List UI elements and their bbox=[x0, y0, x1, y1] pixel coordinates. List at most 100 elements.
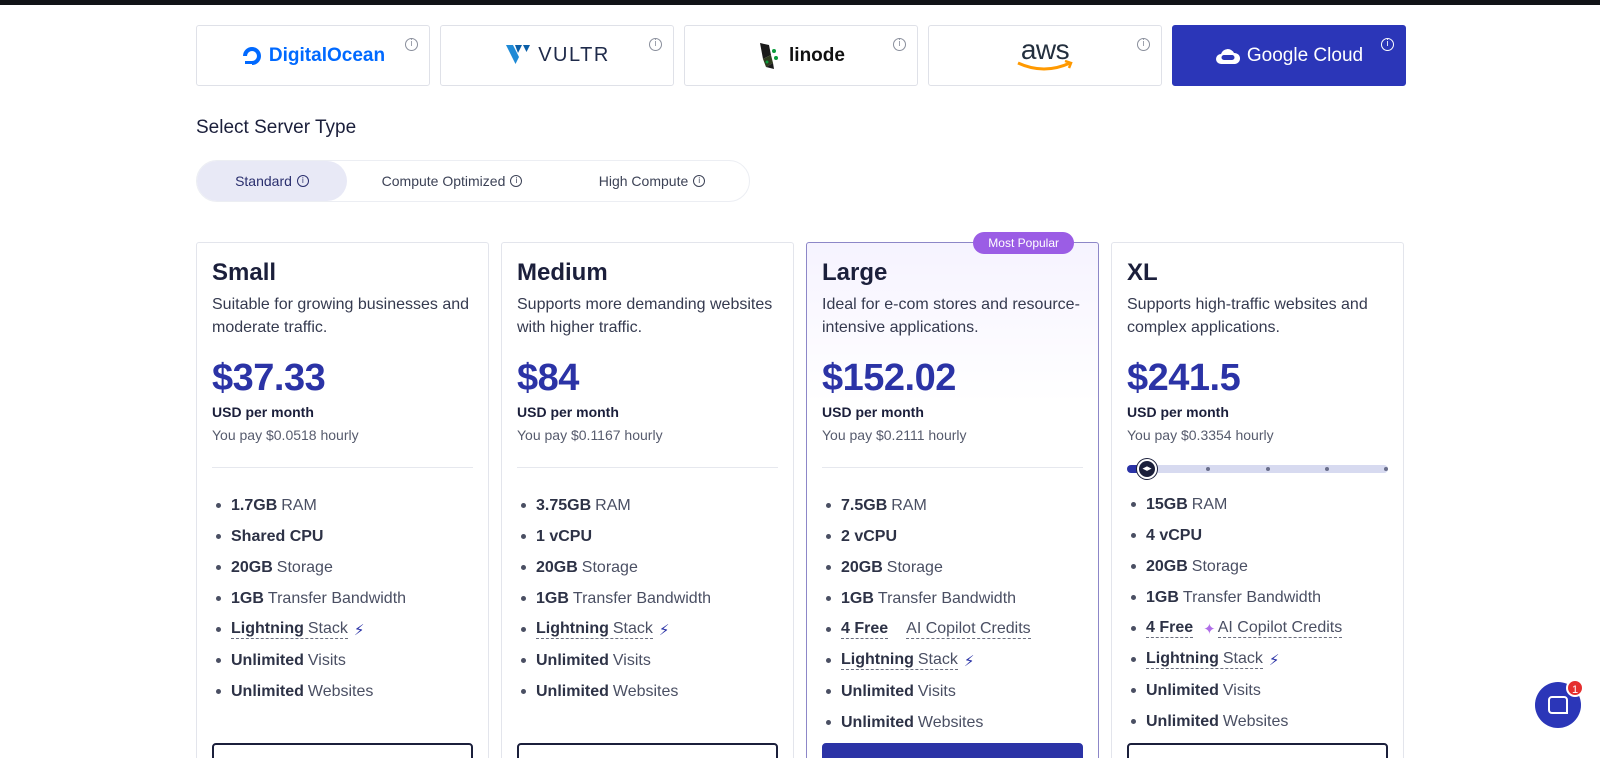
price-period: USD per month bbox=[517, 404, 619, 420]
provider-selector: DigitalOcean i VULTR i linode i aws i Go… bbox=[196, 25, 1406, 86]
feature-ai-credits[interactable]: 4 Free ✦ AI Copilot Credits bbox=[1127, 613, 1388, 644]
feature-label: Storage bbox=[581, 558, 638, 576]
feature-label: Transfer Bandwidth bbox=[877, 589, 1017, 607]
provider-linode[interactable]: linode i bbox=[684, 25, 918, 86]
feature-label: Stack bbox=[307, 620, 348, 637]
price-period: USD per month bbox=[822, 404, 924, 420]
info-icon[interactable]: i bbox=[693, 175, 706, 187]
divider bbox=[517, 467, 778, 468]
feature-value: Lightning bbox=[231, 620, 304, 637]
divider bbox=[822, 467, 1083, 468]
feature-label: RAM bbox=[891, 496, 927, 514]
feature-label: Transfer Bandwidth bbox=[1182, 588, 1322, 606]
provider-digitalocean[interactable]: DigitalOcean i bbox=[196, 25, 430, 86]
feature-label: RAM bbox=[595, 496, 631, 514]
feature-bandwidth: 1GB Transfer Bandwidth bbox=[822, 583, 1083, 614]
hourly-price: You pay $0.1167 hourly bbox=[517, 427, 663, 443]
tab-compute-optimized[interactable]: Compute Optimized i bbox=[347, 161, 557, 201]
provider-label: DigitalOcean bbox=[268, 44, 386, 66]
feature-value: 4 vCPU bbox=[1146, 526, 1203, 544]
feature-value: Lightning bbox=[841, 651, 914, 668]
vultr-icon bbox=[506, 44, 531, 64]
feature-value: 1GB bbox=[536, 589, 569, 607]
lightning-sparkle-icon: ⚡ bbox=[353, 620, 365, 639]
feature-cpu: Shared CPU bbox=[212, 521, 473, 552]
select-plan-button[interactable] bbox=[212, 743, 473, 758]
feature-value: 1GB bbox=[841, 589, 874, 607]
tab-standard[interactable]: Standard i bbox=[197, 161, 347, 201]
info-icon[interactable]: i bbox=[1137, 38, 1150, 51]
feature-list: 3.75GB RAM 1 vCPU 20GB Storage 1GB Transfer… bbox=[517, 490, 778, 707]
feature-label: Storage bbox=[276, 558, 333, 576]
feature-websites: Unlimited Websites bbox=[1127, 706, 1388, 737]
provider-google-cloud[interactable]: Google Cloud i bbox=[1172, 25, 1406, 86]
feature-value: 3.75GB bbox=[536, 496, 592, 514]
cloud-icon bbox=[1215, 48, 1240, 64]
plan-name: Small bbox=[212, 259, 277, 286]
feature-label: Websites bbox=[917, 713, 984, 731]
feature-label: AI Copilot Credits bbox=[906, 620, 1031, 639]
feature-visits: Unlimited Visits bbox=[822, 676, 1083, 707]
plan-cards: Small Suitable for growing businesses an… bbox=[196, 232, 1404, 758]
vultr-logo: VULTR bbox=[504, 43, 610, 69]
select-plan-button[interactable] bbox=[822, 743, 1083, 758]
feature-websites: Unlimited Websites bbox=[517, 676, 778, 707]
info-icon[interactable]: i bbox=[510, 175, 523, 187]
feature-bandwidth: 1GB Transfer Bandwidth bbox=[517, 583, 778, 614]
info-icon[interactable]: i bbox=[893, 38, 906, 51]
provider-aws[interactable]: aws i bbox=[928, 25, 1162, 86]
feature-lightning-stack[interactable]: Lightning Stack ⚡ bbox=[517, 614, 778, 645]
feature-lightning-stack[interactable]: Lightning Stack ⚡ bbox=[1127, 644, 1388, 675]
plan-price: $152.02 bbox=[822, 357, 956, 399]
chat-launcher-button[interactable]: 1 bbox=[1535, 679, 1584, 728]
server-type-tabs: Standard i Compute Optimized i High Comp… bbox=[196, 160, 750, 202]
feature-value: Unlimited bbox=[1146, 712, 1219, 730]
top-bar bbox=[0, 0, 1600, 5]
slider-step-dot bbox=[1324, 467, 1329, 471]
feature-lightning-stack[interactable]: Lightning Stack ⚡ bbox=[822, 645, 1083, 676]
select-plan-button[interactable] bbox=[517, 743, 778, 758]
provider-label: linode bbox=[789, 44, 845, 66]
feature-value: 20GB bbox=[536, 558, 578, 576]
tab-high-compute[interactable]: High Compute i bbox=[557, 161, 747, 201]
plan-card-medium: Medium Supports more demanding websites … bbox=[501, 242, 794, 758]
size-slider[interactable]: ◂▸ bbox=[1127, 459, 1388, 479]
feature-label: Stack bbox=[917, 651, 958, 668]
feature-websites: Unlimited Websites bbox=[212, 676, 473, 707]
feature-ram: 7.5GB RAM bbox=[822, 490, 1083, 521]
feature-lightning-stack[interactable]: Lightning Stack ⚡ bbox=[212, 614, 473, 645]
feature-cpu: 4 vCPU bbox=[1127, 520, 1388, 551]
tab-label: Compute Optimized bbox=[381, 173, 506, 189]
ai-sparkle-icon: ✦ bbox=[1203, 619, 1216, 638]
plan-name: XL bbox=[1127, 259, 1158, 286]
feature-value: Unlimited bbox=[841, 682, 914, 700]
info-icon[interactable]: i bbox=[1381, 38, 1394, 51]
feature-ai-credits[interactable]: 4 Free AI Copilot Credits bbox=[822, 614, 1083, 645]
feature-storage: 20GB Storage bbox=[517, 552, 778, 583]
feature-value: 1.7GB bbox=[231, 496, 278, 514]
feature-value: Unlimited bbox=[1146, 681, 1219, 699]
info-icon[interactable]: i bbox=[405, 38, 418, 51]
feature-label: Transfer Bandwidth bbox=[572, 589, 712, 607]
plan-card-small: Small Suitable for growing businesses an… bbox=[196, 242, 489, 758]
feature-websites: Unlimited Websites bbox=[822, 707, 1083, 738]
info-icon[interactable]: i bbox=[296, 175, 309, 187]
info-icon[interactable]: i bbox=[649, 38, 662, 51]
google-cloud-logo: Google Cloud bbox=[1215, 45, 1363, 67]
feature-bandwidth: 1GB Transfer Bandwidth bbox=[1127, 582, 1388, 613]
feature-list: 15GB RAM 4 vCPU 20GB Storage 1GB Transfer B… bbox=[1127, 489, 1388, 737]
feature-label: Stack bbox=[1222, 650, 1263, 667]
select-plan-button[interactable] bbox=[1127, 743, 1388, 758]
plan-card-xl: XL Supports high-traffic websites and co… bbox=[1111, 242, 1404, 758]
most-popular-badge: Most Popular bbox=[973, 232, 1074, 254]
hourly-price: You pay $0.0518 hourly bbox=[212, 427, 359, 443]
feature-label: RAM bbox=[1191, 495, 1228, 513]
linode-logo: linode bbox=[757, 41, 845, 71]
feature-value: 1GB bbox=[1146, 588, 1179, 606]
lightning-sparkle-icon: ⚡ bbox=[1268, 650, 1280, 669]
divider bbox=[212, 467, 473, 468]
plan-description: Suitable for growing businesses and mode… bbox=[212, 296, 470, 336]
provider-vultr[interactable]: VULTR i bbox=[440, 25, 674, 86]
slider-handle-icon[interactable]: ◂▸ bbox=[1137, 459, 1157, 479]
tab-label: Standard bbox=[235, 173, 292, 189]
